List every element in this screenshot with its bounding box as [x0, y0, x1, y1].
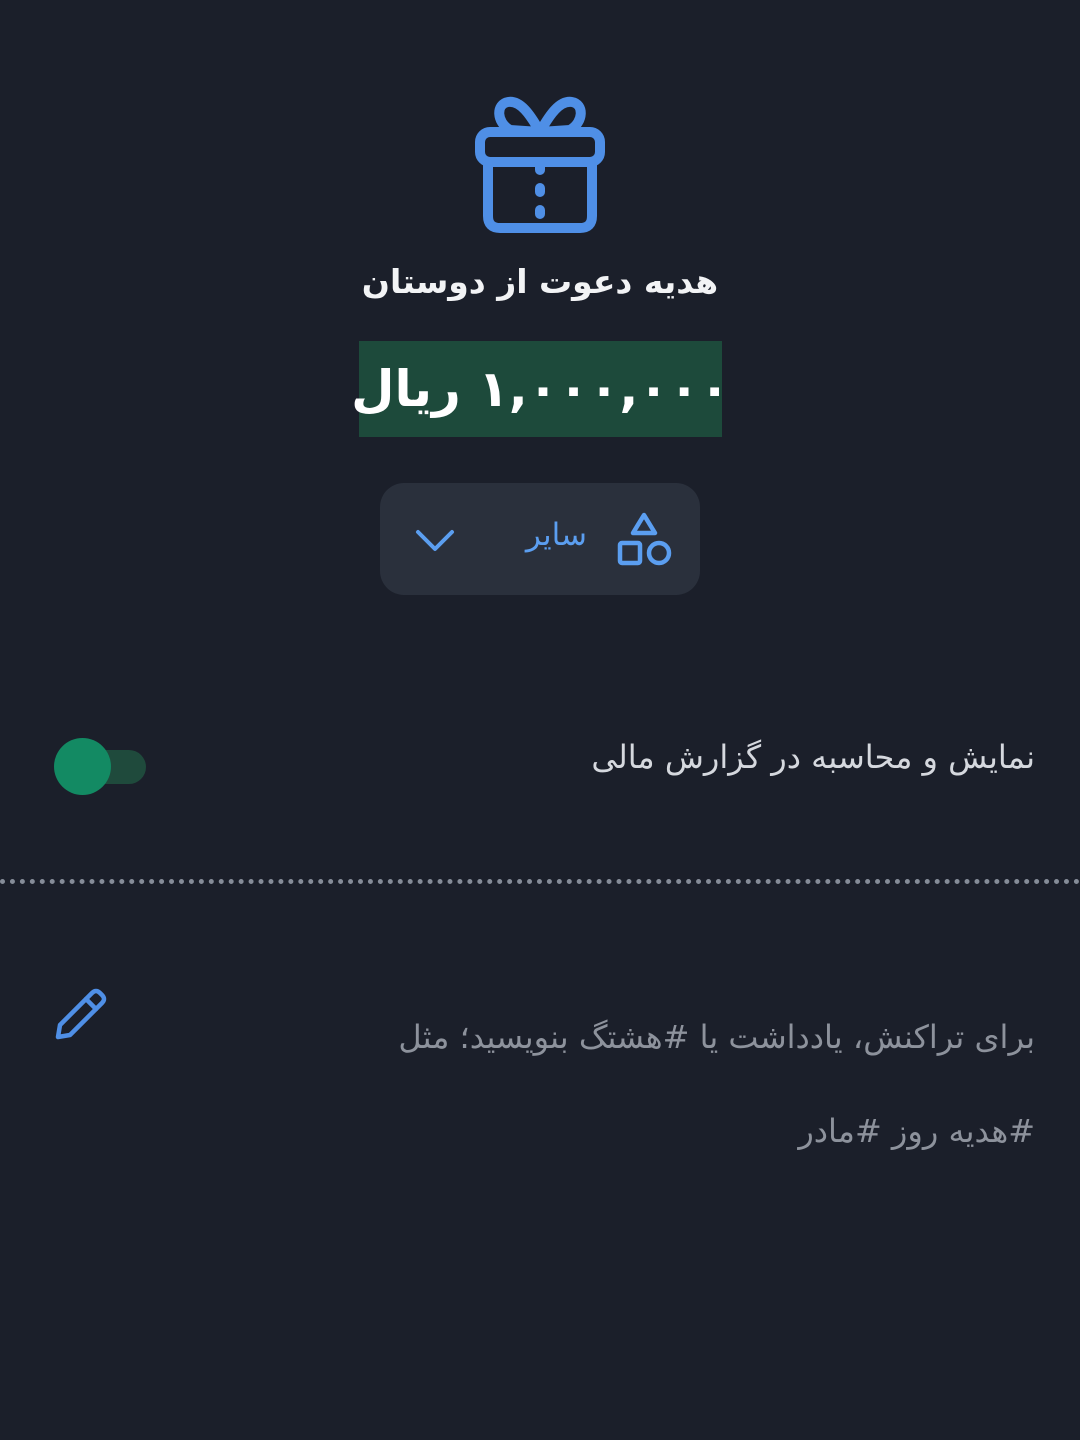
category-label: سایر: [525, 517, 587, 553]
amount-value: ۱,۰۰۰,۰۰۰ ریال: [351, 360, 730, 418]
gift-icon: [475, 96, 605, 233]
chevron-down-icon: [416, 530, 454, 551]
gift-title: هدیه دعوت از دوستان: [361, 262, 719, 301]
dotted-divider: [0, 879, 1080, 884]
toggle-thumb: [54, 738, 111, 795]
shapes-icon: [617, 512, 672, 566]
category-selector[interactable]: سایر: [380, 483, 700, 595]
note-placeholder-line2: #هدیه روز #مادر: [798, 1112, 1035, 1150]
report-toggle-label: نمایش و محاسبه در گزارش مالی: [591, 738, 1035, 776]
pencil-icon[interactable]: [50, 985, 110, 1045]
amount-highlight: ۱,۰۰۰,۰۰۰ ریال: [351, 341, 730, 437]
note-placeholder-line1: برای تراکنش، یادداشت یا #هشتگ بنویسید؛ م…: [398, 1018, 1035, 1056]
note-input[interactable]: برای تراکنش، یادداشت یا #هشتگ بنویسید؛ م…: [235, 990, 1035, 1178]
report-toggle[interactable]: [54, 738, 148, 796]
